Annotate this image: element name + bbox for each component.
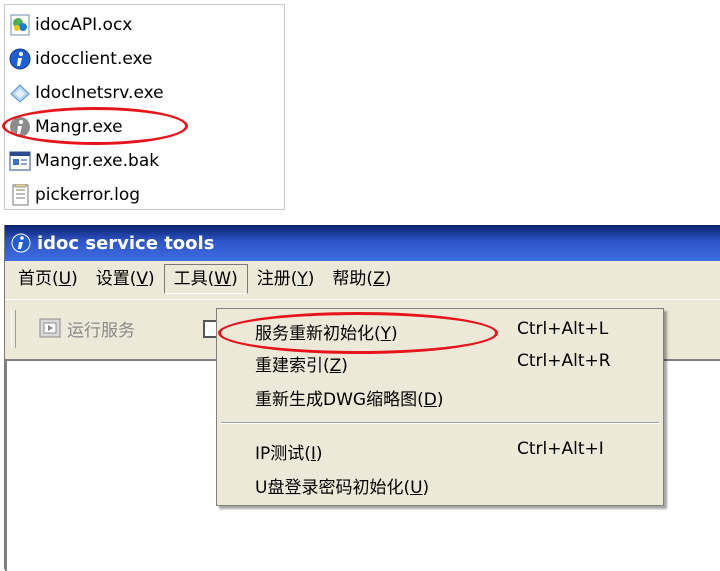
bak-file-icon xyxy=(9,150,31,172)
file-item-idocapi[interactable]: idocAPI.ocx xyxy=(9,11,132,39)
toolbar-grip[interactable] xyxy=(11,310,16,348)
menu-settings[interactable]: 设置(V) xyxy=(87,265,164,293)
app-info-icon xyxy=(11,233,31,253)
file-name: idocAPI.ocx xyxy=(35,15,133,35)
network-app-icon xyxy=(9,82,31,104)
file-name: pickerror.log xyxy=(35,185,141,205)
log-file-icon xyxy=(9,184,31,206)
menu-separator xyxy=(221,422,659,424)
title-bar[interactable]: idoc service tools xyxy=(5,225,720,261)
file-name: Mangr.exe xyxy=(35,117,123,137)
menu-item-regen-dwg-thumbs[interactable]: 重新生成DWG缩略图(D) xyxy=(217,381,663,413)
file-name: idocclient.exe xyxy=(35,49,153,69)
file-list-panel: idocAPI.ocx idocclient.exe IdocInetsrv.e… xyxy=(4,4,285,210)
menu-item-reinit-service[interactable]: 服务重新初始化(Y) Ctrl+Alt+L xyxy=(217,315,663,347)
info-app-icon xyxy=(9,48,31,70)
menu-help[interactable]: 帮助(Z) xyxy=(323,265,400,293)
tools-dropdown-menu: 服务重新初始化(Y) Ctrl+Alt+L 重建索引(Z) Ctrl+Alt+R… xyxy=(216,308,664,506)
menu-home[interactable]: 首页(U) xyxy=(9,265,87,293)
info-app-gray-icon xyxy=(9,116,31,138)
file-item-mangr-bak[interactable]: Mangr.exe.bak xyxy=(9,147,159,175)
run-service-label: 运行服务 xyxy=(67,320,135,341)
file-item-idocclient[interactable]: idocclient.exe xyxy=(9,45,153,73)
menu-tools[interactable]: 工具(W) xyxy=(163,264,248,294)
file-name: Mangr.exe.bak xyxy=(35,151,160,171)
menu-item-ip-test[interactable]: IP测试(I) Ctrl+Alt+I xyxy=(217,435,663,467)
file-item-pickerror[interactable]: pickerror.log xyxy=(9,181,140,209)
run-service-button[interactable]: 运行服务 xyxy=(39,312,135,344)
file-item-mangr[interactable]: Mangr.exe xyxy=(9,113,123,141)
menu-register[interactable]: 注册(Y) xyxy=(248,265,324,293)
menu-item-rebuild-index[interactable]: 重建索引(Z) Ctrl+Alt+R xyxy=(217,347,663,379)
shortcut-label: Ctrl+Alt+L xyxy=(517,319,609,339)
shortcut-label: Ctrl+Alt+I xyxy=(517,439,604,459)
window-title: idoc service tools xyxy=(37,232,215,254)
shortcut-label: Ctrl+Alt+R xyxy=(517,351,611,371)
file-item-idocinetsrv[interactable]: IdocInetsrv.exe xyxy=(9,79,164,107)
file-name: IdocInetsrv.exe xyxy=(35,83,164,103)
run-service-icon xyxy=(39,317,61,339)
menu-item-usb-password-reset[interactable]: U盘登录密码初始化(U) xyxy=(217,469,663,501)
ocx-file-icon xyxy=(9,14,31,36)
menu-bar: 首页(U) 设置(V) 工具(W) 注册(Y) 帮助(Z) xyxy=(5,261,720,297)
